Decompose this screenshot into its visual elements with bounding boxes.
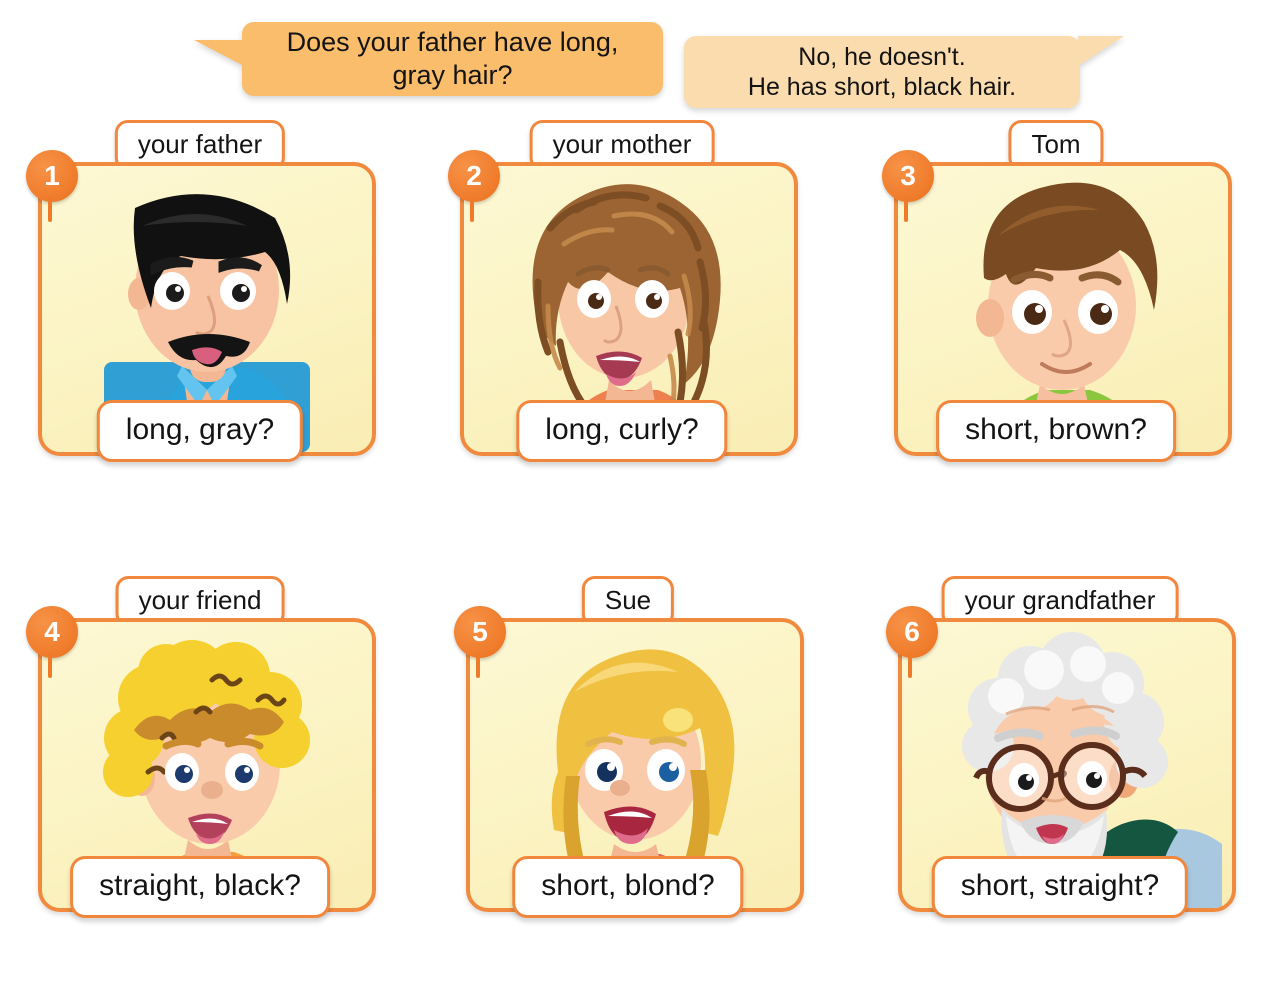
bubble-tail-icon xyxy=(194,40,244,66)
card-number-badge: 4 xyxy=(26,606,78,678)
card-caption: long, gray? xyxy=(96,400,304,462)
card-caption: short, straight? xyxy=(931,856,1189,918)
card-number-badge: 5 xyxy=(454,606,506,678)
card-number-badge: 1 xyxy=(26,150,78,222)
exercise-card-4[interactable]: your friend 4 straight, black? xyxy=(24,576,376,944)
worksheet-page: Does your father have long, gray hair? N… xyxy=(0,0,1264,992)
exercise-card-1[interactable]: your father 1 long, gray? xyxy=(24,120,376,488)
exercise-card-2[interactable]: your mother 2 long, curly? xyxy=(446,120,798,488)
answer-text: No, he doesn't. He has short, black hair… xyxy=(747,42,1017,102)
card-caption: short, blond? xyxy=(512,856,744,918)
card-number-badge: 3 xyxy=(882,150,934,222)
answer-speech-bubble: No, he doesn't. He has short, black hair… xyxy=(684,36,1124,108)
card-number-badge: 2 xyxy=(448,150,500,222)
exercise-card-6[interactable]: your grandfather 6 short, straight? xyxy=(884,576,1236,944)
question-speech-bubble: Does your father have long, gray hair? xyxy=(194,22,663,96)
exercise-card-5[interactable]: Sue 5 short, blond? xyxy=(452,576,804,944)
card-caption: short, brown? xyxy=(936,400,1176,462)
question-text: Does your father have long, gray hair? xyxy=(286,27,619,90)
card-number-badge: 6 xyxy=(886,606,938,678)
bubble-tail-icon xyxy=(1078,36,1124,66)
card-caption: long, curly? xyxy=(516,400,728,462)
exercise-card-3[interactable]: Tom 3 short, brown? xyxy=(880,120,1232,488)
card-caption: straight, black? xyxy=(70,856,330,918)
